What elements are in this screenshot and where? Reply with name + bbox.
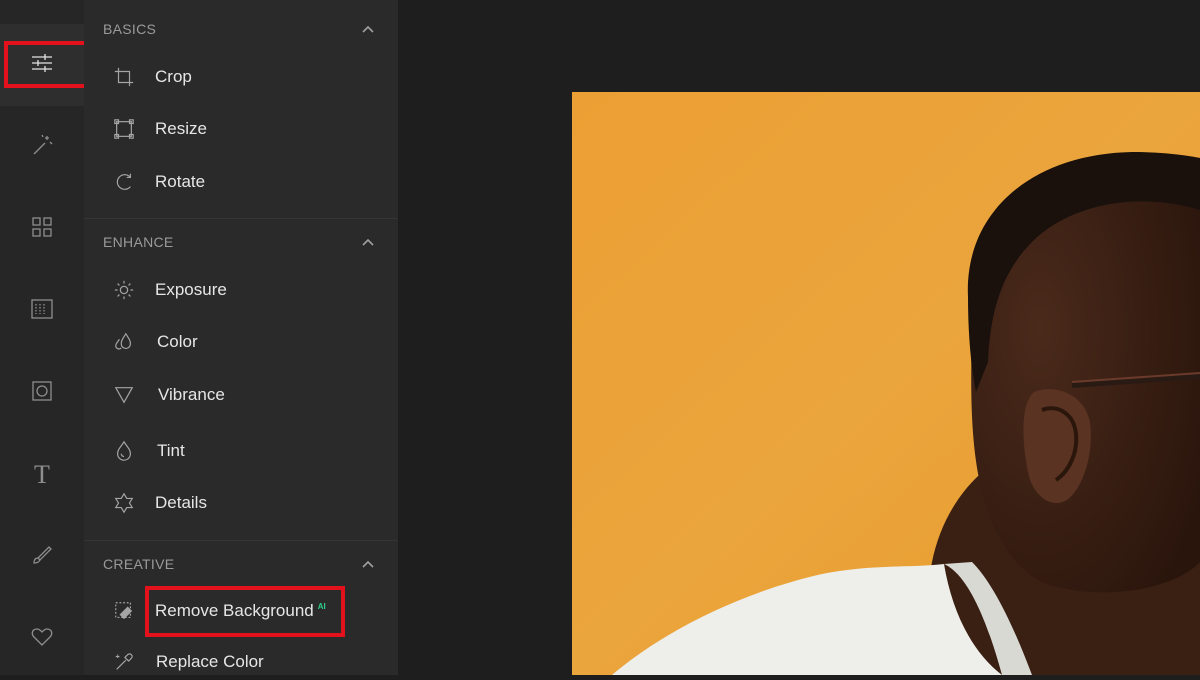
color-replace-icon [112, 650, 136, 674]
tool-label-exposure: Exposure [155, 280, 227, 299]
section-header-basics[interactable]: BASICS [84, 14, 398, 44]
brush-icon [30, 543, 54, 572]
tool-category-rail: T [0, 0, 84, 675]
chevron-up-icon[interactable] [362, 23, 374, 35]
photo-illustration [572, 92, 1200, 675]
section-divider [84, 218, 398, 219]
section-header-enhance[interactable]: ENHANCE [84, 227, 398, 257]
tool-label-color: Color [157, 332, 198, 351]
tools-panel: BASICS Crop Resize Rotate ENHANCE Exposu… [84, 0, 398, 675]
heart-icon [30, 625, 54, 654]
tool-color[interactable]: Color [84, 317, 398, 367]
rail-draw-button[interactable] [0, 516, 84, 598]
rail-templates-button[interactable] [0, 188, 84, 270]
tool-label-rotate: Rotate [155, 172, 206, 191]
rotate-icon [112, 170, 136, 194]
details-icon [112, 491, 136, 515]
rail-effects-button[interactable] [0, 106, 84, 188]
tool-label-vibrance: Vibrance [158, 385, 225, 404]
tool-label-replace-color: Replace Color [156, 652, 264, 671]
magic-wand-icon [30, 133, 54, 162]
rail-frames-button[interactable] [0, 352, 84, 434]
text-icon: T [34, 460, 50, 489]
crop-icon [112, 65, 136, 89]
section-title-creative: CREATIVE [103, 556, 175, 572]
remove-background-icon [112, 599, 136, 623]
chevron-up-icon[interactable] [362, 236, 374, 248]
tool-details[interactable]: Details [84, 478, 398, 528]
photo-image[interactable] [572, 92, 1200, 675]
tool-crop[interactable]: Crop [84, 52, 398, 102]
texture-icon [30, 297, 54, 326]
tool-rotate[interactable]: Rotate [84, 157, 398, 207]
tool-label-remove-background: Remove Background AI [155, 601, 326, 621]
ai-badge: AI [317, 602, 326, 612]
chevron-up-icon[interactable] [362, 558, 374, 570]
tool-replace-color[interactable]: Replace Color [84, 637, 398, 675]
rail-adjust-button[interactable] [0, 24, 84, 106]
drop-icon [112, 439, 136, 463]
triangle-icon [112, 383, 136, 407]
tool-vibrance[interactable]: Vibrance [84, 370, 398, 420]
frame-icon [30, 379, 54, 408]
tool-label-resize: Resize [155, 119, 207, 138]
resize-icon [112, 117, 136, 141]
section-title-enhance: ENHANCE [103, 234, 174, 250]
tool-exposure[interactable]: Exposure [84, 265, 398, 315]
rail-text-button[interactable]: T [0, 434, 84, 516]
tool-label-tint: Tint [157, 441, 185, 460]
drops-icon [112, 330, 136, 354]
tool-resize[interactable]: Resize [84, 104, 398, 154]
section-divider [84, 540, 398, 541]
grid-icon [30, 215, 54, 244]
rail-favorites-button[interactable] [0, 598, 84, 680]
tool-tint[interactable]: Tint [84, 426, 398, 476]
tool-label-details: Details [155, 493, 207, 512]
tool-label-crop: Crop [155, 67, 192, 86]
rail-overlays-button[interactable] [0, 270, 84, 352]
sliders-icon [30, 51, 54, 80]
sun-icon [112, 278, 136, 302]
remove-background-text: Remove Background [155, 601, 314, 620]
tool-remove-background[interactable]: Remove Background AI [84, 586, 398, 636]
section-title-basics: BASICS [103, 21, 157, 37]
section-header-creative[interactable]: CREATIVE [84, 549, 398, 579]
